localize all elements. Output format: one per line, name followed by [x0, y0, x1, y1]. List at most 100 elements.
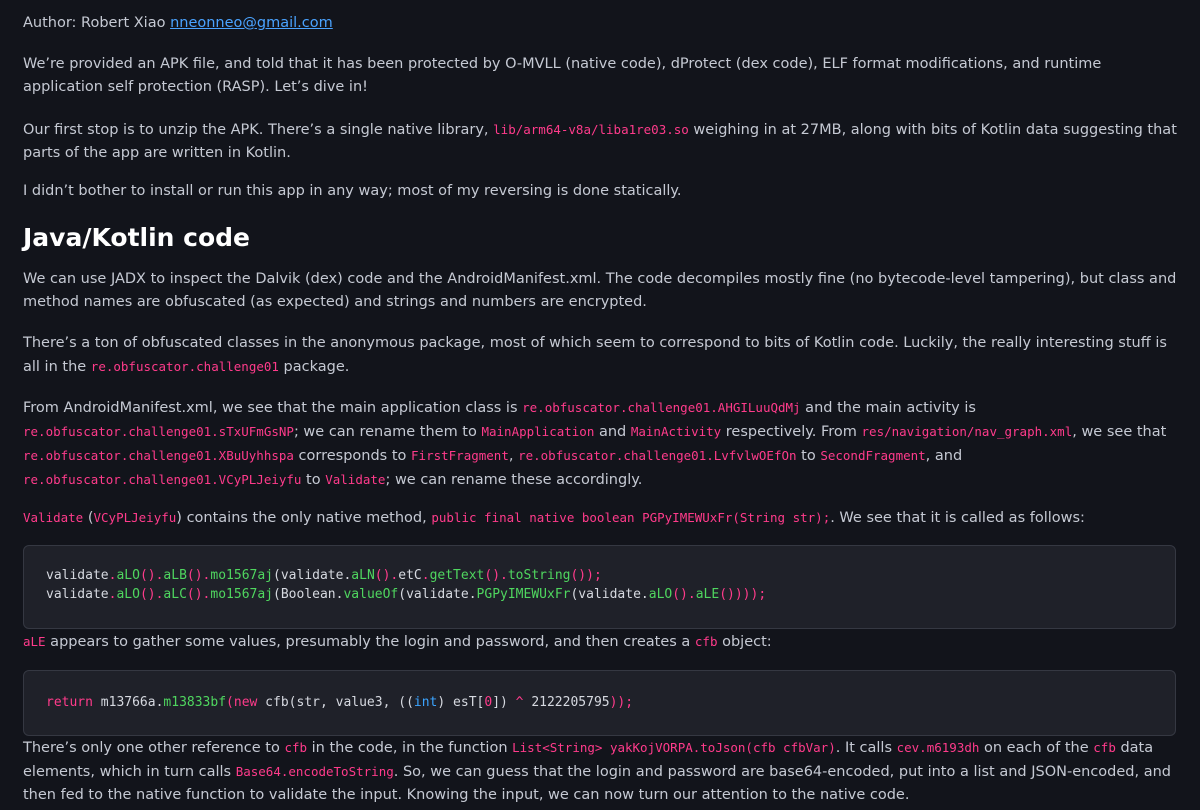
- text: There’s only one other reference to: [23, 740, 285, 756]
- code-token: aLO: [648, 587, 673, 602]
- code-token: ().: [186, 568, 211, 583]
- section-heading: Java/Kotlin code: [23, 223, 251, 252]
- author-label: Author: Robert Xiao: [23, 15, 171, 31]
- text: and: [594, 424, 631, 440]
- code-token: int: [413, 695, 438, 710]
- code-token: ().: [484, 568, 508, 583]
- code-token: toString: [507, 568, 571, 583]
- text: . It calls: [835, 740, 897, 756]
- code-token: (validate.: [273, 568, 352, 583]
- code-token: 2122205795: [523, 695, 610, 710]
- code-token: cfb(str, value3, ((: [257, 695, 414, 710]
- inline-code: cfb: [284, 740, 308, 755]
- code-token: validate: [46, 587, 109, 602]
- inline-code: MainActivity: [630, 424, 722, 439]
- text: object:: [717, 634, 772, 650]
- code-token: .: [421, 568, 430, 583]
- text: in the code, in the function: [307, 740, 513, 756]
- jadx-paragraph: We can use JADX to inspect the Dalvik (d…: [23, 271, 1177, 310]
- text: corresponds to: [293, 448, 412, 464]
- inline-code: cfb: [694, 634, 718, 649]
- text: ,: [508, 448, 519, 464]
- code-line: return m13766a.m13833bf(new cfb(str, val…: [46, 691, 1153, 712]
- inline-code: cfb: [1093, 740, 1116, 755]
- inline-code: public final native boolean PGPyIMEWUxFr…: [431, 510, 831, 525]
- code-token: PGPyIMEWUxFr: [476, 587, 571, 602]
- text: ; we can rename them to: [293, 424, 482, 440]
- code-token: aLN: [351, 568, 375, 583]
- code-token: aLO: [116, 587, 140, 602]
- code-block-return[interactable]: return m13766a.m13833bf(new cfb(str, val…: [23, 670, 1176, 736]
- author-email-link[interactable]: nneonneo@gmail.com: [170, 15, 333, 31]
- inline-code: res/navigation/nav_graph.xml: [861, 424, 1073, 439]
- inline-code: SecondFragment: [820, 448, 926, 463]
- code-token: (: [226, 695, 234, 710]
- static-paragraph: I didn’t bother to install or run this a…: [23, 183, 682, 199]
- text: to: [301, 472, 326, 488]
- intro-paragraph: We’re provided an APK file, and told tha…: [23, 56, 1102, 95]
- text: (: [83, 510, 94, 526]
- inline-code: aLE: [23, 634, 46, 649]
- code-line: validate.aLO().aLB().mo1567aj(validate.a…: [46, 566, 1153, 585]
- code-token: getText: [429, 568, 485, 583]
- code-token: ().: [374, 568, 399, 583]
- text: From AndroidManifest.xml, we see that th…: [23, 400, 523, 416]
- text: respectively. From: [721, 424, 862, 440]
- code-token: mo1567aj: [210, 568, 274, 583]
- manifest-paragraph: From AndroidManifest.xml, we see that th…: [23, 396, 1178, 492]
- code-token: aLC: [163, 587, 187, 602]
- code-token: ());: [570, 568, 602, 583]
- text: Our first stop is to unzip the APK. Ther…: [23, 122, 494, 138]
- text: ) contains the only native method,: [176, 510, 432, 526]
- code-token: ^: [515, 695, 524, 710]
- text: ; we can rename these accordingly.: [385, 472, 643, 488]
- inline-code: re.obfuscator.challenge01.LvfvlwOEfOn: [518, 448, 797, 463]
- text: , and: [925, 448, 963, 464]
- text: package.: [278, 359, 350, 375]
- text: on each of the: [979, 740, 1094, 756]
- inline-code: Base64.encodeToString: [235, 764, 394, 779]
- code-token: mo1567aj: [210, 587, 274, 602]
- inline-code: FirstFragment: [411, 448, 509, 463]
- cfb-paragraph: There’s only one other reference to cfb …: [23, 736, 1178, 807]
- author-line: Author: Robert Xiao nneonneo@gmail.com: [23, 12, 1178, 35]
- code-token: 0: [484, 695, 493, 710]
- code-token: aLO: [116, 568, 140, 583]
- inline-code: re.obfuscator.challenge01.AHGILuuQdMj: [522, 400, 801, 415]
- inline-code: Validate: [325, 472, 386, 487]
- code-token: m13833bf: [163, 695, 227, 710]
- native-method-paragraph: Validate (VCyPLJeiyfu) contains the only…: [23, 506, 1178, 530]
- inline-code: VCyPLJeiyfu: [93, 510, 177, 525]
- code-token: ) esT[: [437, 695, 485, 710]
- code-token: return: [46, 695, 93, 710]
- text: , we see that: [1072, 424, 1167, 440]
- code-token: ]): [492, 695, 516, 710]
- code-token: new: [233, 695, 258, 710]
- code-token: aLB: [163, 568, 187, 583]
- inline-code: re.obfuscator.challenge01.XBuUyhhspa: [23, 448, 294, 463]
- code-token: ().: [186, 587, 211, 602]
- inline-code: Validate: [23, 510, 84, 525]
- code-token: ().: [672, 587, 696, 602]
- inline-code: List<String> yakKojVORPA.toJson(cfb cfbV…: [512, 740, 836, 755]
- code-token: ().: [139, 587, 164, 602]
- inline-code: re.obfuscator.challenge01: [90, 359, 279, 374]
- text: to: [796, 448, 821, 464]
- code-line: validate.aLO().aLC().mo1567aj(Boolean.va…: [46, 585, 1153, 604]
- text: and the main activity is: [800, 400, 976, 416]
- inline-code: MainApplication: [481, 424, 595, 439]
- code-token: validate: [46, 568, 109, 583]
- package-paragraph: There’s a ton of obfuscated classes in t…: [23, 332, 1178, 379]
- apk-paragraph: Our first stop is to unzip the APK. Ther…: [23, 118, 1178, 165]
- code-token: ())));: [719, 587, 767, 602]
- inline-code: cev.m6193dh: [896, 740, 980, 755]
- inline-code: lib/arm64-v8a/liba1re03.so: [493, 122, 689, 137]
- code-token: m13766a.: [92, 695, 164, 710]
- text: appears to gather some values, presumabl…: [45, 634, 695, 650]
- code-token: ().: [139, 568, 164, 583]
- inline-code: re.obfuscator.challenge01.VCyPLJeiyfu: [23, 472, 302, 487]
- code-block-validate[interactable]: validate.aLO().aLB().mo1567aj(validate.a…: [23, 545, 1176, 629]
- code-token: valueOf: [343, 587, 399, 602]
- code-token: (validate.: [570, 587, 649, 602]
- code-token: (Boolean.: [273, 587, 344, 602]
